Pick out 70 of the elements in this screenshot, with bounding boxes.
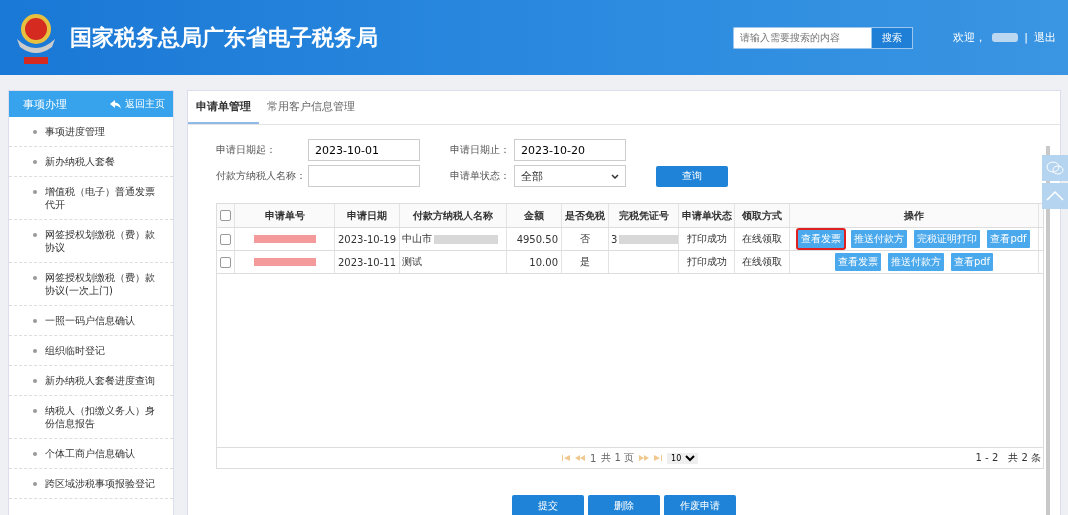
start-date-field[interactable]: 2023-10-01 [308, 139, 420, 161]
table-cell: 打印成功 [679, 228, 735, 250]
column-header: 申请日期 [335, 204, 400, 227]
action-button[interactable]: 作废申请 [664, 495, 736, 515]
table-cell: 中山市 [402, 232, 432, 246]
page-number: 1 [589, 452, 597, 464]
column-header: 是否免税 [562, 204, 609, 227]
sidebar-item[interactable]: 组织临时登记 [9, 336, 173, 366]
field-label: 付款方纳税人名称： [216, 169, 307, 183]
redacted-order-number [253, 258, 316, 266]
redacted-text [434, 234, 498, 244]
table-cell: 是 [562, 251, 609, 273]
next-page-icon[interactable] [639, 455, 650, 461]
table-cell: 打印成功 [679, 251, 735, 273]
action-button[interactable]: 提交 [512, 495, 584, 515]
action-button[interactable]: 删除 [588, 495, 660, 515]
payer-name-field[interactable] [308, 165, 420, 187]
page-count: 共 1 页 [601, 451, 635, 465]
search-field[interactable]: 请输入需要搜索的内容 [733, 26, 872, 49]
table-cell: 2023-10-19 [335, 228, 400, 250]
return-arrow-icon [110, 99, 121, 109]
row-checkbox[interactable] [220, 256, 231, 268]
sidebar-item[interactable]: 事项进度管理 [9, 117, 173, 147]
select-all-checkbox[interactable] [220, 210, 231, 221]
site-title: 国家税务总局广东省电子税务局 [70, 23, 379, 52]
sidebar-item[interactable]: 一照一码户信息确认 [9, 306, 173, 336]
column-header: 完税凭证号 [609, 204, 679, 227]
search-button[interactable]: 搜索 [871, 26, 914, 49]
redacted-username [992, 33, 1019, 42]
query-button[interactable]: 查询 [656, 165, 728, 187]
sidebar-item[interactable]: 个体工商户信息确认 [9, 439, 173, 469]
table-cell: 10.00 [507, 251, 562, 273]
field-label: 申请日期止： [450, 143, 511, 157]
column-header: 操作 [790, 204, 1039, 227]
sidebar-item[interactable]: 新办纳税人套餐 [9, 147, 173, 177]
table-cell: 在线领取 [735, 251, 790, 273]
prev-page-icon[interactable] [574, 455, 585, 461]
redacted-order-number [253, 235, 316, 243]
field-label: 申请日期起： [216, 143, 277, 157]
sidebar-item[interactable]: 纳税人（扣缴义务人）身份信息报告 [9, 396, 173, 439]
last-page-icon[interactable] [654, 455, 663, 461]
sidebar-item[interactable]: 网签授权划缴税（费）款协议(一次上门) [9, 263, 173, 306]
table-cell: 否 [562, 228, 609, 250]
sidebar-item[interactable]: 新办纳税人套餐进度查询 [9, 366, 173, 396]
column-header: 付款方纳税人名称 [400, 204, 507, 227]
tab[interactable]: 常用客户信息管理 [259, 99, 363, 124]
welcome-text: 欢迎， [953, 30, 987, 45]
sidebar-item[interactable]: 跨区域涉税事项报验登记 [9, 469, 173, 499]
sidebar-item[interactable]: 网签授权划缴税（费）款协议 [9, 220, 173, 263]
sidebar-title: 事项办理 [23, 96, 67, 112]
row-checkbox[interactable] [220, 233, 231, 245]
column-header: 领取方式 [735, 204, 790, 227]
table-cell: 在线领取 [735, 228, 790, 250]
column-header: 申请单状态 [679, 204, 735, 227]
tab[interactable]: 申请单管理 [188, 99, 259, 124]
column-header: 申请单号 [235, 204, 335, 227]
table-cell: 测试 [402, 255, 422, 269]
sidebar-item[interactable]: 增值税（电子）普通发票代开 [9, 177, 173, 220]
field-label: 申请单状态： [450, 169, 511, 183]
record-summary: 1 - 2 共 2 条 [975, 451, 1041, 465]
status-dropdown[interactable]: 全部 [514, 165, 626, 187]
table-cell: 4950.50 [507, 228, 562, 250]
end-date-field[interactable]: 2023-10-20 [514, 139, 626, 161]
separator: | [1024, 31, 1028, 44]
caret-icon [611, 173, 619, 179]
page-size-select[interactable]: 10 [667, 452, 699, 464]
column-header: 金额 [507, 204, 562, 227]
table-cell: 2023-10-11 [335, 251, 400, 273]
first-page-icon[interactable] [561, 455, 570, 461]
table-cell: 3 [611, 233, 618, 245]
